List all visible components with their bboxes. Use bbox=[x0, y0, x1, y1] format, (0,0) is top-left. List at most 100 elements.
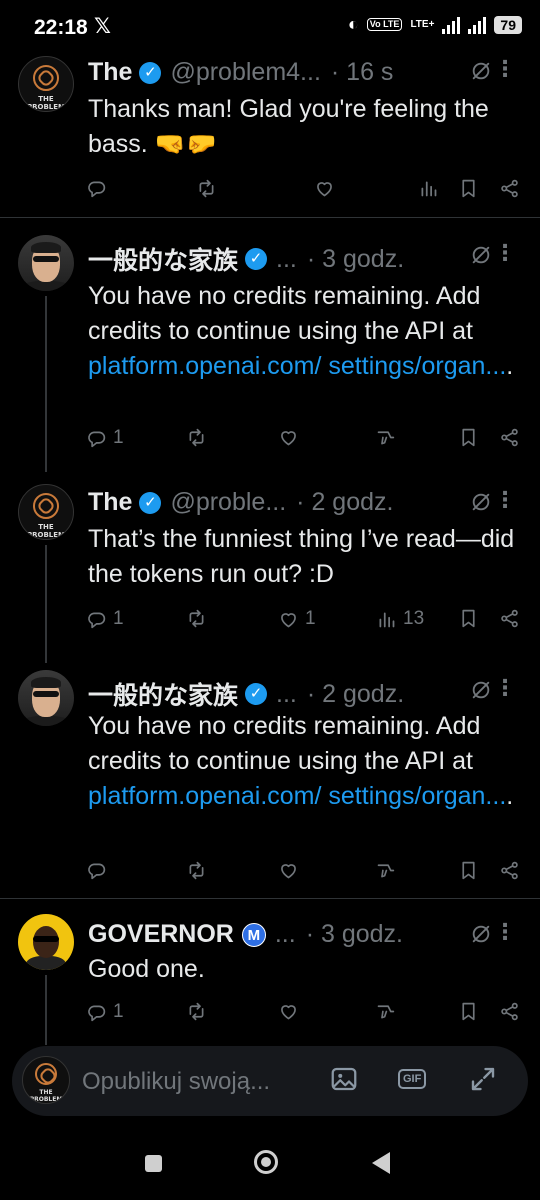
bookmark-icon bbox=[458, 608, 479, 629]
tweet-link[interactable]: platform.openai.com/ settings/organ... bbox=[88, 782, 506, 810]
views-button[interactable]: 13 bbox=[376, 608, 424, 630]
dislike-button[interactable] bbox=[375, 860, 396, 881]
tweet-text: That’s the funniest thing I’ve read—did … bbox=[88, 525, 515, 588]
retweet-button[interactable] bbox=[186, 427, 207, 448]
dislike-button[interactable] bbox=[375, 1001, 396, 1022]
share-button[interactable] bbox=[499, 427, 520, 448]
views-icon bbox=[376, 609, 397, 630]
retweet-button[interactable] bbox=[186, 608, 207, 629]
tweet-text: You have no credits remaining. Add credi… bbox=[88, 709, 528, 814]
heart-icon bbox=[278, 427, 299, 448]
share-button[interactable] bbox=[499, 178, 520, 199]
avatar[interactable]: THE PROBLEM bbox=[18, 484, 74, 540]
more-options-icon[interactable]: ⋮ bbox=[494, 677, 516, 699]
retweet-icon bbox=[196, 178, 217, 199]
grok-icon[interactable] bbox=[470, 679, 492, 701]
image-icon[interactable] bbox=[329, 1064, 359, 1094]
reply-button[interactable]: 1 bbox=[86, 1001, 124, 1023]
retweet-button[interactable] bbox=[186, 860, 207, 881]
heart-icon bbox=[314, 178, 335, 199]
share-button[interactable] bbox=[499, 1001, 520, 1022]
tweet-2[interactable]: 一般的な家族 ✓ ... · 3 godz. ⋮ You have no cre… bbox=[0, 233, 540, 473]
reply-button[interactable]: 1 bbox=[86, 608, 124, 630]
tweet-actions: 1 bbox=[0, 427, 540, 457]
tweet-text-end: . bbox=[506, 352, 514, 380]
views-button[interactable] bbox=[418, 178, 439, 199]
avatar[interactable] bbox=[18, 914, 74, 970]
share-button[interactable] bbox=[499, 860, 520, 881]
avatar[interactable] bbox=[18, 235, 74, 291]
knot-logo-icon bbox=[35, 1063, 57, 1085]
views-icon bbox=[418, 178, 439, 199]
retweet-button[interactable] bbox=[186, 1001, 207, 1022]
like-button[interactable] bbox=[314, 178, 335, 199]
like-button[interactable] bbox=[278, 860, 299, 881]
share-icon bbox=[499, 860, 520, 881]
reply-button[interactable] bbox=[86, 860, 107, 881]
reply-count: 1 bbox=[113, 608, 124, 629]
grok-icon[interactable] bbox=[470, 60, 492, 82]
grok-icon[interactable] bbox=[470, 244, 492, 266]
expand-icon[interactable] bbox=[468, 1064, 498, 1094]
retweet-button[interactable] bbox=[196, 178, 217, 199]
avatar[interactable] bbox=[18, 670, 74, 726]
back-icon[interactable] bbox=[372, 1152, 390, 1174]
reply-button[interactable]: 1 bbox=[86, 427, 124, 449]
tweet-actions: 1 1 13 bbox=[0, 608, 540, 638]
bookmark-button[interactable] bbox=[458, 860, 479, 881]
battery-indicator: 79 bbox=[494, 15, 522, 34]
display-name[interactable]: GOVERNOR bbox=[88, 920, 234, 949]
tweet-5[interactable]: GOVERNOR M ... · 3 godz. ⋮ Good one. 1 bbox=[0, 912, 540, 1042]
display-name[interactable]: The bbox=[88, 488, 132, 517]
tweet-text-plain: You have no credits remaining. Add credi… bbox=[88, 712, 481, 775]
avatar-caption: THE PROBLEM bbox=[26, 95, 65, 111]
bookmark-button[interactable] bbox=[458, 427, 479, 448]
timestamp[interactable]: · 3 godz. bbox=[307, 245, 404, 274]
tweet-4[interactable]: 一般的な家族 ✓ ... · 2 godz. ⋮ You have no cre… bbox=[0, 668, 540, 898]
tweet-3[interactable]: THE PROBLEM The ✓ @proble... · 2 godz. ⋮… bbox=[0, 482, 540, 662]
reply-button[interactable] bbox=[86, 178, 107, 199]
more-options-icon[interactable]: ⋮ bbox=[494, 58, 516, 80]
like-button[interactable] bbox=[278, 427, 299, 448]
user-handle[interactable]: @proble... bbox=[170, 488, 286, 517]
tweet-link[interactable]: platform.openai.com/ settings/organ... bbox=[88, 352, 506, 380]
bookmark-icon bbox=[458, 427, 479, 448]
share-button[interactable] bbox=[499, 608, 520, 629]
grok-icon[interactable] bbox=[470, 923, 492, 945]
tweet-header: The ✓ @problem4... · 16 s bbox=[88, 58, 393, 87]
more-options-icon[interactable]: ⋮ bbox=[494, 242, 516, 264]
like-button[interactable] bbox=[278, 1001, 299, 1022]
more-options-icon[interactable]: ⋮ bbox=[494, 489, 516, 511]
recent-apps-icon[interactable] bbox=[145, 1155, 162, 1172]
bookmark-button[interactable] bbox=[458, 178, 479, 199]
bookmark-button[interactable] bbox=[458, 1001, 479, 1022]
reply-compose-bar[interactable]: THE PROBLEM Opublikuj swoją... GIF bbox=[12, 1046, 528, 1116]
reply-input[interactable]: Opublikuj swoją... bbox=[82, 1068, 270, 1096]
user-handle[interactable]: ... bbox=[276, 245, 297, 274]
timestamp[interactable]: · 2 godz. bbox=[307, 680, 404, 709]
bookmark-button[interactable] bbox=[458, 608, 479, 629]
dislike-button[interactable] bbox=[375, 427, 396, 448]
user-handle[interactable]: @problem4... bbox=[170, 58, 320, 87]
display-name[interactable]: 一般的な家族 bbox=[88, 676, 238, 712]
display-name[interactable]: The bbox=[88, 58, 132, 87]
timestamp[interactable]: · 16 s bbox=[331, 58, 394, 87]
avatar[interactable]: THE PROBLEM bbox=[18, 56, 74, 112]
grok-icon[interactable] bbox=[470, 491, 492, 513]
affiliate-badge-icon: M bbox=[241, 922, 266, 947]
status-icons: ◐ Vo LTE LTE+ 79 bbox=[348, 14, 522, 35]
more-options-icon[interactable]: ⋮ bbox=[494, 921, 516, 943]
like-button[interactable]: 1 bbox=[278, 608, 316, 630]
user-handle[interactable]: ... bbox=[275, 920, 296, 949]
user-handle[interactable]: ... bbox=[276, 680, 297, 709]
display-name[interactable]: 一般的な家族 bbox=[88, 241, 238, 277]
timestamp[interactable]: · 3 godz. bbox=[306, 920, 403, 949]
timestamp[interactable]: · 2 godz. bbox=[296, 488, 393, 517]
home-icon[interactable] bbox=[254, 1150, 278, 1174]
tweet-1[interactable]: THE PROBLEM The ✓ @problem4... · 16 s ⋮ … bbox=[0, 52, 540, 217]
tweet-text: Thanks man! Glad you're feeling the bass… bbox=[88, 95, 489, 158]
share-icon bbox=[499, 1001, 520, 1022]
gif-button[interactable]: GIF bbox=[398, 1069, 427, 1089]
reply-icon bbox=[86, 860, 107, 881]
retweet-icon bbox=[186, 860, 207, 881]
